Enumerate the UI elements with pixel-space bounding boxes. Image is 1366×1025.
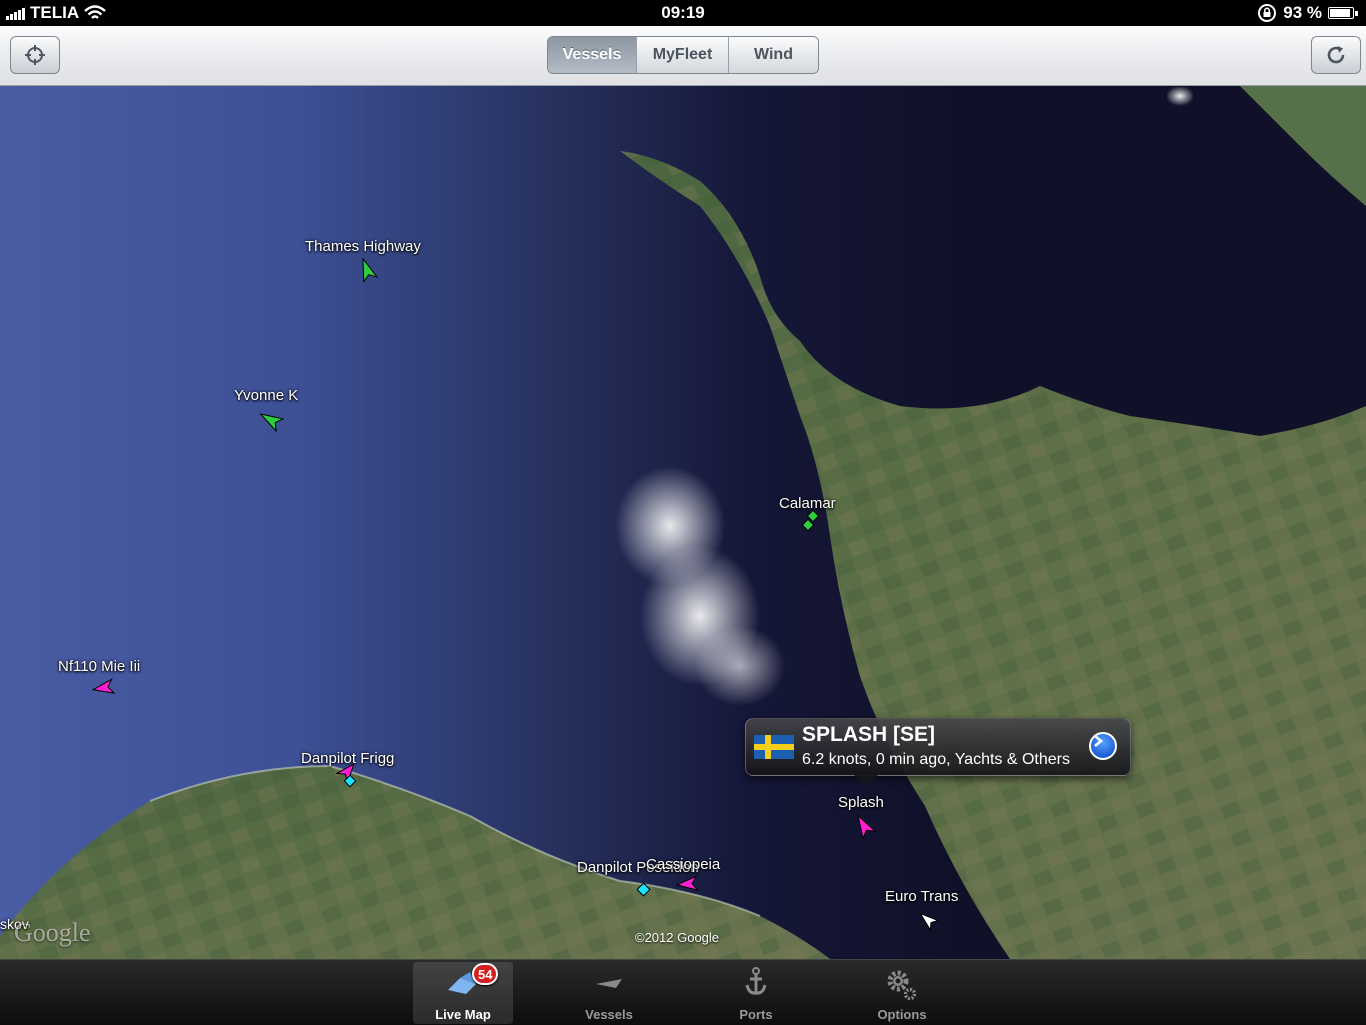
chevron-right-icon xyxy=(1094,735,1104,747)
vessel-label: Cassiopeia xyxy=(646,856,721,873)
segment-myfleet[interactable]: MyFleet xyxy=(636,37,728,73)
vessel-label: Nf110 Mie Iii xyxy=(58,658,141,675)
anchor-icon xyxy=(745,967,767,995)
battery-percent: 93 % xyxy=(1283,3,1322,22)
segment-vessels[interactable]: Vessels xyxy=(548,37,636,73)
vessel-label: Splash xyxy=(838,794,884,811)
refresh-button[interactable] xyxy=(1311,36,1361,74)
callout-title: SPLASH [SE] xyxy=(802,723,936,746)
locate-button[interactable] xyxy=(10,36,60,74)
terrain xyxy=(0,86,1366,959)
vessel-marker[interactable] xyxy=(852,814,876,840)
tab-label: Live Map xyxy=(435,1007,491,1022)
vessel-marker[interactable] xyxy=(634,880,654,900)
status-bar: TELIA 09:19 93 % xyxy=(0,0,1366,26)
callout-subtitle: 6.2 knots, 0 min ago, Yachts & Others xyxy=(802,751,1070,768)
segment-wind[interactable]: Wind xyxy=(728,37,818,73)
top-toolbar: Vessels MyFleet Wind xyxy=(0,26,1366,86)
live-map-badge: 54 xyxy=(472,963,499,985)
sweden-flag-icon xyxy=(754,735,794,759)
callout-detail-button[interactable] xyxy=(1089,732,1117,760)
vessel-marker[interactable] xyxy=(258,408,284,432)
battery-icon xyxy=(1328,7,1358,19)
tab-label: Vessels xyxy=(585,1007,633,1022)
vessel-marker[interactable] xyxy=(90,678,116,698)
google-logo: Google xyxy=(14,918,91,947)
vessel-label: Yvonne K xyxy=(234,387,299,404)
gears-icon xyxy=(887,970,917,1001)
map-copyright: ©2012 Google xyxy=(635,930,720,945)
vessel-callout[interactable]: SPLASH [SE] 6.2 knots, 0 min ago, Yachts… xyxy=(745,718,1131,787)
vessel-label: Euro Trans xyxy=(885,888,959,905)
vessel-marker[interactable] xyxy=(917,910,939,932)
clock: 09:19 xyxy=(661,3,705,22)
tab-ports[interactable]: Ports xyxy=(706,962,806,1024)
crosshair-icon xyxy=(25,45,45,65)
tab-label: Ports xyxy=(739,1007,773,1022)
vessel-marker[interactable] xyxy=(800,510,826,534)
vessel-marker[interactable] xyxy=(672,874,702,896)
tab-live-map[interactable]: 54 Live Map xyxy=(413,962,513,1024)
status-right: 93 % xyxy=(1257,3,1358,23)
tab-options[interactable]: Options xyxy=(852,962,952,1024)
tab-label: Options xyxy=(877,1007,927,1022)
vessel-marker[interactable] xyxy=(356,258,378,282)
tab-bar: 54 Live Map Vessels Ports Options xyxy=(0,959,1366,1025)
vessel-label: Thames Highway xyxy=(305,238,421,255)
tab-vessels[interactable]: Vessels xyxy=(559,962,659,1024)
vessel-marker[interactable] xyxy=(336,762,362,790)
refresh-icon xyxy=(1327,46,1345,64)
vessel-icon xyxy=(596,979,622,988)
rotation-lock-icon xyxy=(1258,4,1277,22)
satellite-map[interactable]: Thames Highway Yvonne K Calamar Nf110 Mi… xyxy=(0,86,1366,959)
view-segmented-control: Vessels MyFleet Wind xyxy=(547,36,819,74)
